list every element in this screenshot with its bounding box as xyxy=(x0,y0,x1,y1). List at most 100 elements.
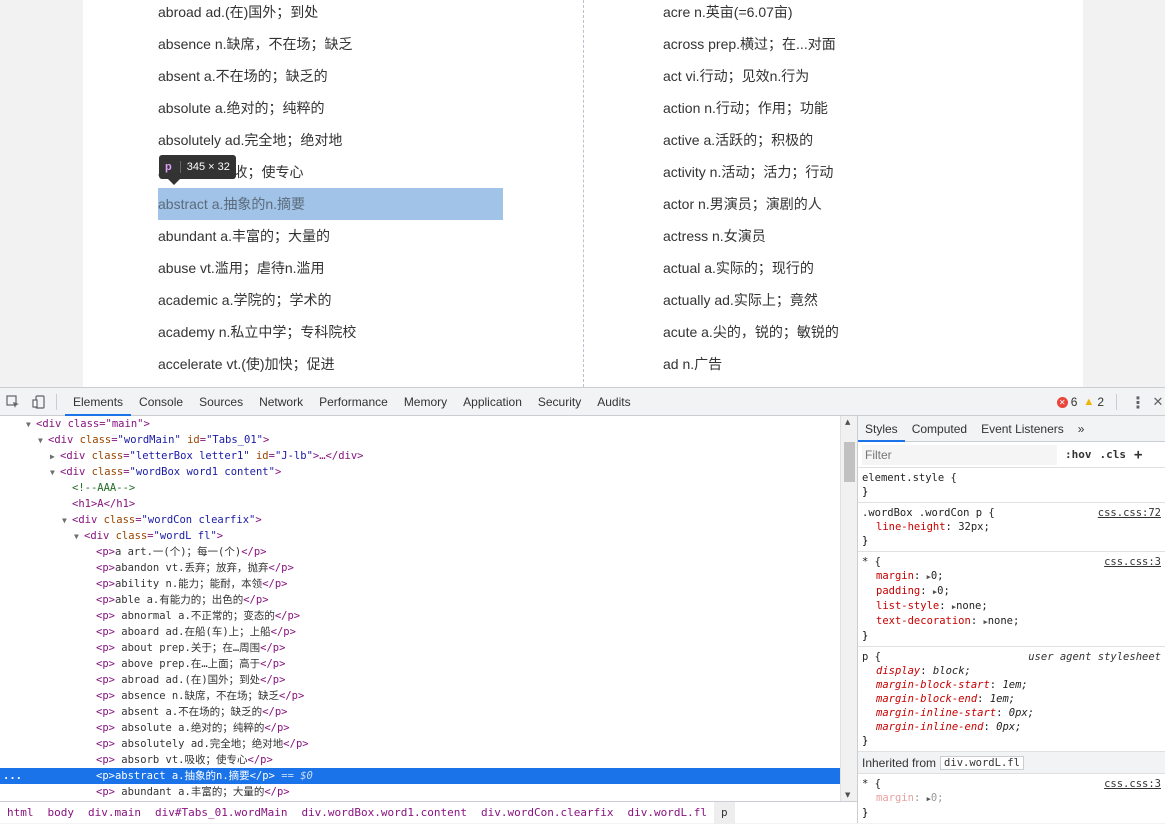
expand-triangle-icon[interactable]: ▶ xyxy=(50,449,60,465)
style-declaration[interactable]: list-style: ▶none; xyxy=(862,599,1161,614)
breadcrumb-item[interactable]: p xyxy=(713,801,735,824)
dom-node-p[interactable]: <p>a art.一(个)；每一(个)</p> xyxy=(0,544,840,560)
styles-filter-input[interactable] xyxy=(862,444,1057,465)
collapse-triangle-icon[interactable]: ▼ xyxy=(62,513,72,529)
breadcrumb-item[interactable]: body xyxy=(41,802,82,824)
word-entry: absence n.缺席，不在场；缺乏 xyxy=(158,36,353,52)
style-declaration[interactable]: margin-block-start: 1em; xyxy=(862,678,1161,692)
tab-network[interactable]: Network xyxy=(251,388,311,416)
attr-value: "letterBox letter1" xyxy=(129,450,250,462)
collapse-triangle-icon[interactable]: ▼ xyxy=(38,433,48,449)
style-declaration[interactable]: display: block; xyxy=(862,664,1161,678)
dom-node-p[interactable]: <p>abandon vt.丢弃；放弃，抛弃</p> xyxy=(0,560,840,576)
property-name: margin xyxy=(876,570,914,582)
style-declaration[interactable]: text-decoration: ▶none; xyxy=(862,614,1161,629)
breadcrumb-item[interactable]: div#Tabs_01.wordMain xyxy=(148,802,294,824)
tag-open: <div xyxy=(72,514,104,526)
hov-button[interactable]: :hov xyxy=(1065,448,1092,461)
dom-node-p[interactable]: <p> above prep.在…上面；高于</p> xyxy=(0,656,840,672)
dom-node-p[interactable]: <p>ability n.能力；能耐，本领</p> xyxy=(0,576,840,592)
dom-node-p[interactable]: <p> aboard ad.在船(车)上；上船</p> xyxy=(0,624,840,640)
style-declaration[interactable]: margin: ▶0; xyxy=(862,791,1161,806)
cls-button[interactable]: .cls xyxy=(1100,448,1127,461)
tab-security[interactable]: Security xyxy=(530,388,589,416)
tab-memory[interactable]: Memory xyxy=(396,388,455,416)
p-close: </p> xyxy=(260,674,286,686)
dom-node-wordmain[interactable]: ▼ <div class="wordMain" id="Tabs_01"> xyxy=(0,432,840,448)
tab-audits[interactable]: Audits xyxy=(589,388,638,416)
tab-event-listeners[interactable]: Event Listeners xyxy=(974,416,1071,442)
breadcrumb-item[interactable]: div.wordBox.word1.content xyxy=(294,802,474,824)
collapse-triangle-icon[interactable]: ▼ xyxy=(50,465,60,481)
new-rule-button[interactable]: + xyxy=(1134,447,1142,463)
dom-node-p[interactable]: <p> absolute a.绝对的；纯粹的</p> xyxy=(0,720,840,736)
p-open: <p> xyxy=(96,706,115,718)
rule-close: } xyxy=(862,735,869,747)
dom-node-wordcon[interactable]: ▼ <div class="wordCon clearfix"> xyxy=(0,512,840,528)
dom-node-p[interactable]: <p> abnormal a.不正常的；变态的</p> xyxy=(0,608,840,624)
tag-open: <div xyxy=(84,530,116,542)
property-value: none; xyxy=(987,615,1020,627)
tab-performance[interactable]: Performance xyxy=(311,388,396,416)
tab-application[interactable]: Application xyxy=(455,388,530,416)
property-value: 1em; xyxy=(989,693,1016,705)
word-entry: absent a.不在场的；缺乏的 xyxy=(158,68,328,84)
more-tabs-icon[interactable]: » xyxy=(1071,416,1092,442)
p-text: abundant a.丰富的；大量的 xyxy=(114,786,265,798)
tab-computed[interactable]: Computed xyxy=(905,416,974,442)
tab-styles[interactable]: Styles xyxy=(858,416,905,442)
style-declaration[interactable]: margin-block-end: 1em; xyxy=(862,692,1161,706)
dom-node-wordbox[interactable]: ▼ <div class="wordBox word1 content"> xyxy=(0,464,840,480)
style-declaration[interactable]: margin-inline-start: 0px; xyxy=(862,706,1161,720)
rule-close: } xyxy=(862,535,869,547)
dom-node-p[interactable]: <p> absence n.缺席，不在场；缺乏</p> xyxy=(0,688,840,704)
scrollbar-thumb[interactable] xyxy=(844,442,855,482)
inspect-element-icon[interactable] xyxy=(0,388,26,416)
word-entry: acute a.尖的，锐的；敏锐的 xyxy=(663,324,839,340)
style-declaration[interactable]: padding: ▶0; xyxy=(862,584,1161,599)
rule-source-link[interactable]: css.css:72 xyxy=(1098,506,1161,520)
dom-node-p[interactable]: <p> absolutely ad.完全地；绝对地</p> xyxy=(0,736,840,752)
kebab-menu-icon[interactable]: ⋮ xyxy=(1125,388,1151,416)
breadcrumb-item[interactable]: html xyxy=(0,802,41,824)
style-declaration[interactable]: line-height: 32px; xyxy=(862,520,1161,534)
rule-source-link[interactable]: css.css:3 xyxy=(1104,777,1161,791)
issues-badge[interactable]: ✕ 6 ▲ 2 xyxy=(1056,395,1104,409)
breadcrumb-item[interactable]: div.wordL.fl xyxy=(620,802,713,824)
dom-scrollbar[interactable]: ▲ ▼ xyxy=(840,416,857,801)
styles-tabs: Styles Computed Event Listeners » xyxy=(858,416,1165,442)
selected-dom-node[interactable]: ... <p>abstract a.抽象的n.摘要</p> == $0 xyxy=(0,768,840,784)
rule-selector[interactable]: element.style { xyxy=(862,471,1161,485)
style-declaration[interactable]: margin: ▶0; xyxy=(862,569,1161,584)
dom-node-p[interactable]: <p> abroad ad.(在)国外；到处</p> xyxy=(0,672,840,688)
dom-node-p[interactable]: <p> abundant a.丰富的；大量的</p> xyxy=(0,784,840,800)
device-toolbar-icon[interactable] xyxy=(26,388,52,416)
dom-node-p[interactable]: <p>able a.有能力的；出色的</p> xyxy=(0,592,840,608)
property-colon: : xyxy=(920,665,933,677)
dom-node-wordl[interactable]: ▼ <div class="wordL fl"> xyxy=(0,528,840,544)
breadcrumb-item[interactable]: div.wordCon.clearfix xyxy=(474,802,620,824)
breadcrumb-item[interactable]: div.main xyxy=(81,802,148,824)
inherited-selector[interactable]: div.wordL.fl xyxy=(940,755,1024,770)
collapse-triangle-icon[interactable]: ▼ xyxy=(74,529,84,545)
style-declaration[interactable]: margin-inline-end: 0px; xyxy=(862,720,1161,734)
dom-node-h1[interactable]: <h1>A</h1> xyxy=(0,496,840,512)
scroll-up-icon[interactable]: ▲ xyxy=(845,418,850,426)
dom-node-p[interactable]: <p> absent a.不在场的；缺乏的</p> xyxy=(0,704,840,720)
tab-console[interactable]: Console xyxy=(131,388,191,416)
dom-node-p[interactable]: <p> absorb vt.吸收；使专心</p> xyxy=(0,752,840,768)
dom-node-main[interactable]: ▼ <div class="main"> xyxy=(0,416,840,432)
scroll-down-icon[interactable]: ▼ xyxy=(845,791,850,799)
tab-sources[interactable]: Sources xyxy=(191,388,251,416)
p-text: abstract a.抽象的n.摘要 xyxy=(114,770,250,782)
dom-node-comment[interactable]: <!--AAA--> xyxy=(0,480,840,496)
collapse-triangle-icon[interactable]: ▼ xyxy=(26,417,36,433)
close-icon[interactable]: ✕ xyxy=(1151,388,1165,416)
property-value: 0px; xyxy=(996,721,1022,733)
style-rules: .wordBox .wordCon p {css.css:72 line-heig… xyxy=(858,503,1165,752)
dom-node-p[interactable]: <p> about prep.关于；在…周围</p> xyxy=(0,640,840,656)
dom-node-letterbox[interactable]: ▶ <div class="letterBox letter1" id="J-lb… xyxy=(0,448,840,464)
tab-elements[interactable]: Elements xyxy=(65,388,132,416)
rule-source-link[interactable]: css.css:3 xyxy=(1104,555,1161,569)
p-close: </p> xyxy=(243,594,269,606)
